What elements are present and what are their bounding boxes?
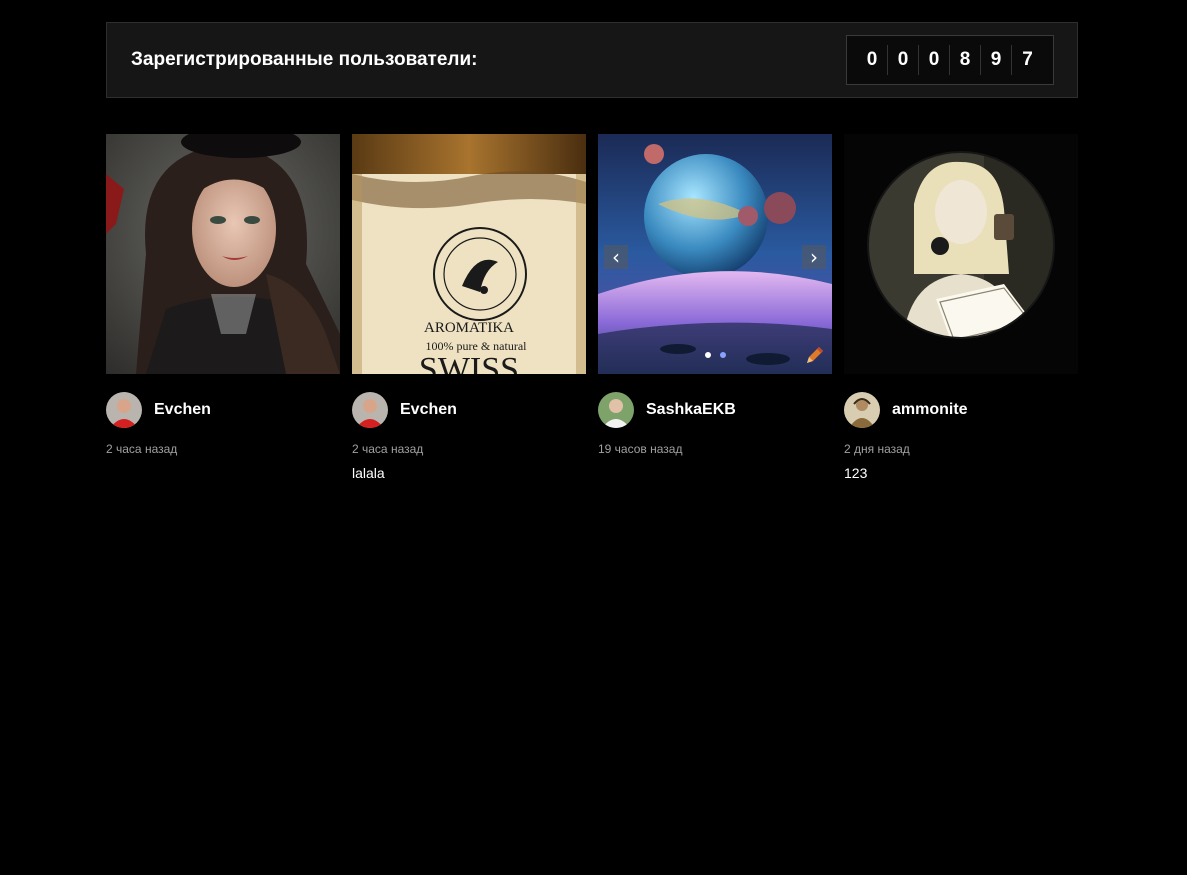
bottle-word: SWISS	[419, 351, 519, 374]
post-time: 2 часа назад	[352, 442, 424, 456]
post-time: 2 часа назад	[106, 442, 178, 456]
post-time: 2 дня назад	[844, 442, 910, 456]
counter-digit: 9	[981, 45, 1012, 75]
author-name[interactable]: Evchen	[154, 401, 211, 419]
avatar[interactable]	[106, 392, 142, 428]
carousel-next-button[interactable]: ›	[802, 245, 826, 269]
post-author[interactable]: Evchen	[106, 392, 340, 428]
post-image[interactable]	[106, 134, 340, 374]
bottle-brand: AROMATIKA	[424, 320, 514, 336]
registered-users-label: Зарегистрированные пользователи:	[131, 49, 478, 70]
pencil-icon	[807, 347, 823, 363]
post-author[interactable]: Evchen	[352, 392, 586, 428]
post-caption: 123	[844, 465, 868, 481]
avatar[interactable]	[352, 392, 388, 428]
counter-digit: 0	[919, 45, 950, 75]
woman-circle-image	[844, 134, 1078, 374]
post-carousel[interactable]: ‹ ›	[598, 134, 832, 374]
post-author[interactable]: SashkaEKB	[598, 392, 832, 428]
post-card[interactable]: ‹ › SashkaEKB 19 часов назад	[598, 134, 832, 456]
counter-digit: 8	[950, 45, 981, 75]
post-time: 19 часов назад	[598, 442, 683, 456]
post-author[interactable]: ammonite	[844, 392, 1078, 428]
space-image	[598, 134, 832, 374]
user-counter: 0 0 0 8 9 7	[846, 35, 1054, 85]
post-image[interactable]: AROMATIKA 100% pure & natural SWISS	[352, 134, 586, 374]
bottle-image: AROMATIKA 100% pure & natural SWISS	[352, 134, 586, 374]
post-caption: lalala	[352, 465, 385, 481]
post-card[interactable]: AROMATIKA 100% pure & natural SWISS Evch…	[352, 134, 586, 481]
author-name[interactable]: SashkaEKB	[646, 401, 736, 419]
carousel-dot[interactable]	[704, 352, 711, 358]
counter-digit: 7	[1022, 49, 1033, 70]
post-image[interactable]	[844, 134, 1078, 374]
post-card[interactable]: Evchen 2 часа назад	[106, 134, 340, 456]
author-name[interactable]: ammonite	[892, 401, 968, 419]
avatar[interactable]	[598, 392, 634, 428]
avatar[interactable]	[844, 392, 880, 428]
post-card[interactable]: ammonite 2 дня назад 123	[844, 134, 1078, 481]
counter-digit: 0	[857, 45, 888, 75]
carousel-dot[interactable]	[719, 352, 726, 358]
registered-users-bar: Зарегистрированные пользователи: 0 0 0 8…	[106, 22, 1078, 98]
carousel-dots	[598, 352, 832, 358]
author-name[interactable]: Evchen	[400, 401, 457, 419]
portrait-image	[106, 134, 340, 374]
carousel-prev-button[interactable]: ‹	[604, 245, 628, 269]
counter-digit: 0	[888, 45, 919, 75]
